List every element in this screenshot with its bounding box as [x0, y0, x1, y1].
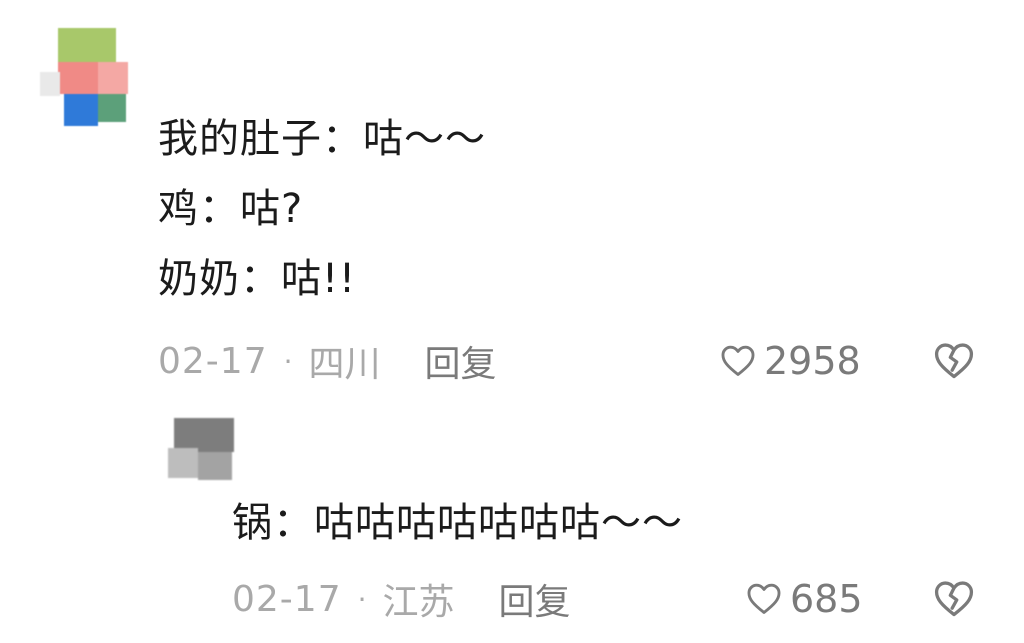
- reply-date: 02-17: [232, 578, 342, 620]
- comment-body: 我的肚子：咕～～ 鸡：咕? 奶奶：咕!!: [158, 104, 486, 314]
- reply-button[interactable]: 回复: [425, 335, 497, 387]
- reply-avatar[interactable]: [168, 418, 238, 482]
- reply-location: 江苏: [382, 582, 455, 623]
- comment-line: 奶奶：咕!!: [158, 256, 357, 302]
- like-button[interactable]: 685: [744, 574, 863, 624]
- broken-heart-icon[interactable]: [932, 339, 976, 383]
- comment-meta: 02-17 · 四川 回复: [158, 336, 497, 386]
- like-button[interactable]: 2958: [718, 336, 861, 386]
- comment-line: 鸡：咕?: [158, 186, 304, 232]
- comment-line: 我的肚子：咕～～: [158, 116, 486, 162]
- heart-outline-icon: [721, 345, 755, 376]
- reply-body: 锅：咕咕咕咕咕咕咕～～: [232, 488, 683, 558]
- reply-line: 锅：咕咕咕咕咕咕咕～～: [232, 500, 683, 546]
- like-count: 2958: [764, 339, 861, 383]
- meta-separator: ·: [357, 582, 367, 616]
- comment-date: 02-17: [158, 340, 268, 382]
- reply-button[interactable]: 回复: [499, 573, 571, 625]
- reply-meta: 02-17 · 江苏 回复: [232, 574, 571, 624]
- broken-heart-icon[interactable]: [932, 577, 976, 621]
- like-count: 685: [790, 577, 863, 621]
- avatar[interactable]: [40, 28, 128, 128]
- meta-separator: ·: [283, 344, 293, 378]
- comment-location: 四川: [308, 344, 381, 385]
- heart-outline-icon: [747, 583, 781, 614]
